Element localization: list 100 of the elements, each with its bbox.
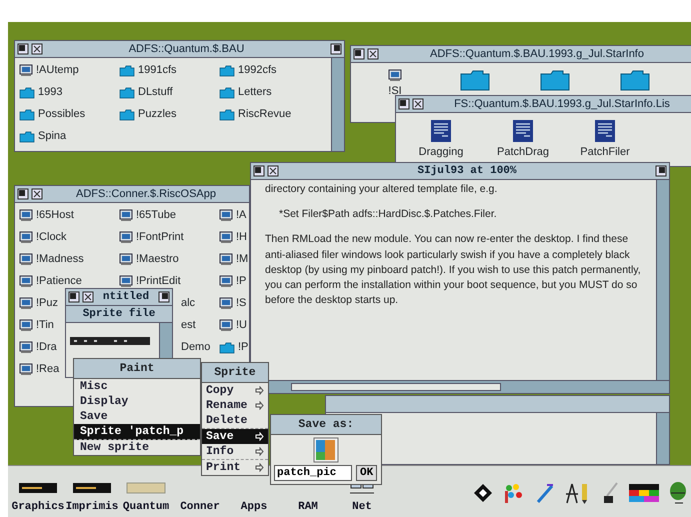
menu-item[interactable]: Save bbox=[74, 409, 200, 424]
file-name[interactable]: !65Tube bbox=[136, 207, 176, 224]
quill-and-ink-icon[interactable] bbox=[601, 482, 619, 504]
diamond-icon[interactable] bbox=[473, 483, 493, 503]
file-name[interactable]: !A bbox=[236, 207, 246, 224]
file-name[interactable]: !Dra bbox=[36, 339, 57, 356]
file-name[interactable]: !PrintEdit bbox=[136, 273, 181, 290]
title-bar[interactable] bbox=[326, 396, 669, 413]
device-label[interactable]: RAM bbox=[298, 498, 318, 515]
file-name[interactable]: !AUtemp bbox=[36, 62, 79, 79]
window-title: ADFS::Conner.$.RiscOSApp bbox=[74, 186, 217, 202]
file-name[interactable]: est bbox=[181, 317, 196, 334]
title-bar[interactable]: ADFS::Conner.$.RiscOSApp bbox=[15, 186, 249, 203]
file-name[interactable]: PatchDrag bbox=[497, 144, 549, 160]
color-blocks-icon[interactable] bbox=[629, 484, 659, 502]
vertical-scrollbar[interactable] bbox=[331, 58, 344, 151]
file-name[interactable]: alc bbox=[181, 295, 196, 312]
toggle-size-icon[interactable] bbox=[158, 291, 170, 303]
back-icon[interactable] bbox=[17, 188, 29, 200]
back-icon[interactable] bbox=[353, 48, 365, 60]
close-icon[interactable] bbox=[31, 43, 43, 55]
application-icon bbox=[119, 253, 133, 266]
back-icon[interactable] bbox=[398, 98, 410, 110]
device-label[interactable]: Net bbox=[352, 498, 372, 515]
file-name[interactable]: DLstuff bbox=[138, 84, 173, 101]
file-name[interactable]: 1993 bbox=[38, 84, 62, 101]
window-title: FS::Quantum.$.BAU.1993.g_Jul.StarInfo.Lis bbox=[453, 96, 671, 112]
menu-title: Sprite bbox=[214, 366, 256, 379]
close-icon[interactable] bbox=[412, 98, 424, 110]
file-name[interactable]: !Maestro bbox=[136, 251, 179, 268]
vertical-scrollbar[interactable] bbox=[656, 180, 669, 380]
file-name[interactable]: RiscRevue bbox=[238, 106, 292, 123]
close-icon[interactable] bbox=[82, 291, 94, 303]
device-label[interactable]: Graphics bbox=[12, 498, 64, 515]
menu-title: Paint bbox=[120, 362, 154, 375]
file-name[interactable]: !P bbox=[238, 339, 248, 356]
close-icon[interactable] bbox=[31, 188, 43, 200]
file-name[interactable]: Puzzles bbox=[138, 106, 177, 123]
file-name[interactable]: !Tin bbox=[36, 317, 54, 334]
file-name[interactable]: !H bbox=[236, 229, 247, 246]
menu-item[interactable]: Print bbox=[202, 460, 268, 476]
file-name[interactable]: Possibles bbox=[38, 106, 86, 123]
device-label[interactable]: Apps bbox=[240, 498, 268, 515]
menu-item[interactable]: Display bbox=[74, 394, 200, 410]
folder-icon bbox=[460, 69, 490, 91]
ok-button[interactable]: OK bbox=[356, 465, 378, 482]
menu-item[interactable]: Info bbox=[202, 444, 268, 460]
window-title: ntitled bbox=[102, 290, 150, 305]
title-bar[interactable]: ADFS::Quantum.$.BAU bbox=[15, 41, 344, 58]
file-name[interactable]: PatchFiler bbox=[580, 144, 630, 160]
back-icon[interactable] bbox=[17, 43, 29, 55]
application-icon bbox=[219, 319, 233, 332]
menu-item[interactable]: Rename bbox=[202, 398, 268, 414]
device-label[interactable]: Conner bbox=[180, 498, 220, 515]
file-name[interactable]: !65Host bbox=[36, 207, 74, 224]
file-name[interactable]: Demo bbox=[181, 339, 210, 356]
menu-item[interactable]: Save bbox=[202, 429, 268, 444]
menu-item[interactable]: New sprite bbox=[74, 440, 200, 456]
file-name[interactable]: !Patience bbox=[36, 273, 82, 290]
filename-field[interactable]: patch_pic bbox=[274, 465, 352, 482]
pen-icon[interactable] bbox=[535, 482, 555, 504]
toggle-size-icon[interactable] bbox=[655, 165, 667, 177]
toggle-size-icon[interactable] bbox=[330, 43, 342, 55]
title-bar[interactable]: FS::Quantum.$.BAU.1993.g_Jul.StarInfo.Lis bbox=[396, 96, 691, 113]
menu-item[interactable]: Sprite 'patch_p bbox=[74, 424, 200, 440]
file-name[interactable]: Spina bbox=[38, 128, 66, 145]
file-name[interactable]: Dragging bbox=[418, 144, 464, 160]
file-name[interactable]: !Rea bbox=[36, 361, 60, 378]
back-icon[interactable] bbox=[68, 291, 80, 303]
file-name[interactable]: Letters bbox=[238, 84, 272, 101]
file-name[interactable]: !Puz bbox=[36, 295, 58, 312]
folder-icon bbox=[219, 342, 235, 354]
file-name[interactable]: 1992cfs bbox=[238, 62, 277, 79]
title-bar[interactable]: ntitled bbox=[66, 289, 172, 306]
folder-icon bbox=[620, 69, 650, 91]
back-icon[interactable] bbox=[253, 165, 265, 177]
file-name[interactable]: !P bbox=[236, 273, 246, 290]
menu-item[interactable]: Copy bbox=[202, 383, 268, 398]
palette-icon[interactable] bbox=[503, 482, 525, 504]
title-bar[interactable]: ADFS::Quantum.$.BAU.1993.g_Jul.StarInfo bbox=[351, 46, 691, 63]
close-icon[interactable] bbox=[267, 165, 279, 177]
file-name[interactable]: !M bbox=[236, 251, 248, 268]
menu-item[interactable]: Misc bbox=[74, 379, 200, 394]
file-name[interactable]: !S bbox=[236, 295, 246, 312]
file-name[interactable]: 1991cfs bbox=[138, 62, 177, 79]
application-icon bbox=[119, 231, 133, 244]
file-name[interactable]: !U bbox=[236, 317, 247, 334]
application-icon bbox=[19, 275, 33, 288]
file-name[interactable]: !FontPrint bbox=[136, 229, 184, 246]
device-label[interactable]: Quantum bbox=[122, 498, 170, 515]
vertical-scrollbar[interactable] bbox=[656, 413, 669, 464]
file-name[interactable]: !Clock bbox=[36, 229, 67, 246]
title-bar[interactable]: SIjul93 at 100% bbox=[251, 163, 669, 180]
device-label[interactable]: Imprimis bbox=[66, 498, 118, 515]
globe-icon[interactable] bbox=[669, 481, 687, 505]
application-icon bbox=[19, 64, 33, 77]
application-icon bbox=[19, 341, 33, 354]
document-icon bbox=[512, 119, 534, 143]
file-name[interactable]: !Madness bbox=[36, 251, 84, 268]
close-icon[interactable] bbox=[367, 48, 379, 60]
